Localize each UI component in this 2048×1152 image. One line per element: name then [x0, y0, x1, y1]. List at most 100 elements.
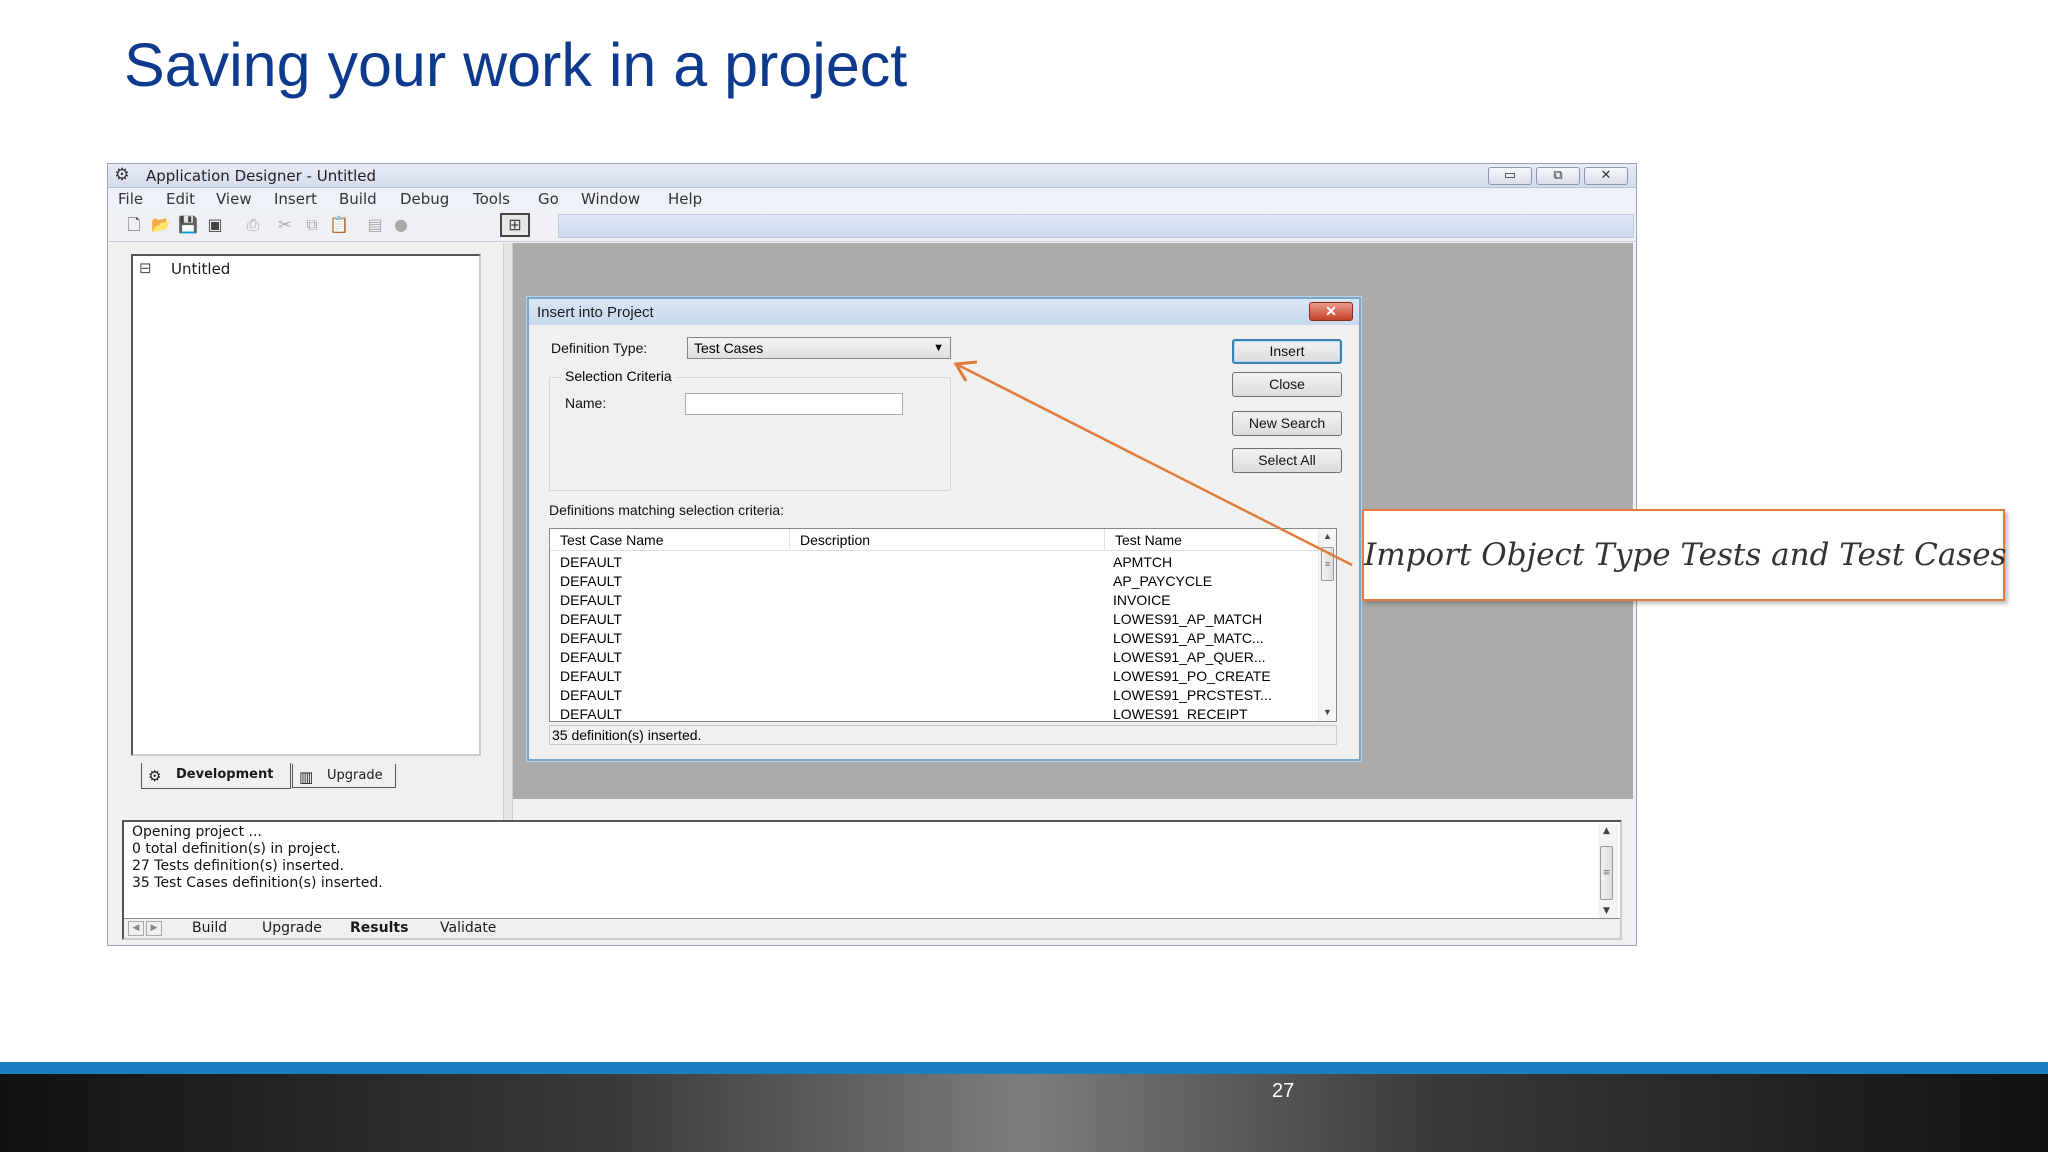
- cell-test-case-name: DEFAULT: [560, 611, 622, 627]
- definition-type-value: Test Cases: [694, 340, 764, 356]
- column-header-description[interactable]: Description: [790, 529, 1105, 551]
- scroll-thumb[interactable]: ≡: [1321, 547, 1334, 581]
- name-label: Name:: [565, 395, 607, 411]
- column-header-test-name[interactable]: Test Name: [1105, 529, 1320, 551]
- development-icon: ⚙: [148, 767, 162, 785]
- close-icon[interactable]: ✕: [1584, 167, 1628, 185]
- output-line: 0 total definition(s) in project.: [132, 841, 341, 857]
- menu-window[interactable]: Window: [581, 190, 640, 208]
- restore-icon[interactable]: ⧉: [1536, 167, 1580, 185]
- callout-box: Import Object Type Tests and Test Cases: [1362, 509, 2007, 601]
- scroll-up-icon[interactable]: ▲: [1598, 824, 1615, 838]
- insert-button[interactable]: Insert: [1232, 339, 1342, 364]
- properties-icon[interactable]: ▤: [364, 215, 386, 235]
- menu-tools[interactable]: Tools: [473, 190, 510, 208]
- menu-debug[interactable]: Debug: [400, 190, 449, 208]
- tab-results[interactable]: Results: [350, 920, 408, 936]
- copy-icon[interactable]: ⧉: [301, 215, 323, 235]
- page-number: 27: [1272, 1080, 1295, 1102]
- app-designer-icon: ⚙: [114, 165, 130, 185]
- scroll-up-icon[interactable]: ▲: [1319, 529, 1336, 543]
- cut-icon[interactable]: ✂: [274, 215, 296, 235]
- print-icon[interactable]: ⎙: [242, 215, 264, 235]
- menu-bar: File Edit View Insert Build Debug Tools …: [108, 188, 1636, 210]
- window-title: Application Designer - Untitled: [146, 167, 377, 185]
- cell-test-case-name: DEFAULT: [560, 649, 622, 665]
- menu-help[interactable]: Help: [668, 190, 702, 208]
- list-row[interactable]: DEFAULT INVOICE: [550, 591, 1320, 610]
- definitions-list[interactable]: Test Case Name Description Test Name DEF…: [549, 528, 1337, 722]
- footer-accent-bar: [0, 1062, 2048, 1074]
- tab-upgrade-output[interactable]: Upgrade: [262, 920, 322, 936]
- menu-go[interactable]: Go: [538, 190, 559, 208]
- list-body: DEFAULT APMTCH DEFAULT AP_PAYCYCLE DEFAULT…: [550, 553, 1320, 722]
- cell-test-name: LOWES91_PO_CREATE: [1113, 668, 1271, 684]
- list-row[interactable]: DEFAULT AP_PAYCYCLE: [550, 572, 1320, 591]
- save-all-icon[interactable]: ▣: [204, 215, 226, 235]
- minimize-icon[interactable]: ▭: [1488, 167, 1532, 185]
- scroll-down-icon[interactable]: ▼: [1598, 904, 1615, 918]
- new-search-button[interactable]: New Search: [1232, 411, 1342, 436]
- pane-splitter[interactable]: [503, 243, 513, 883]
- scroll-thumb[interactable]: ≡: [1600, 846, 1613, 900]
- list-row[interactable]: DEFAULT LOWES91_RECEIPT: [550, 705, 1320, 722]
- cell-test-case-name: DEFAULT: [560, 573, 622, 589]
- dialog-status: 35 definition(s) inserted.: [549, 725, 1337, 745]
- cell-test-case-name: DEFAULT: [560, 630, 622, 646]
- output-window: Opening project ... 0 total definition(s…: [122, 820, 1622, 940]
- list-row[interactable]: DEFAULT LOWES91_AP_MATC...: [550, 629, 1320, 648]
- menu-build[interactable]: Build: [339, 190, 377, 208]
- dialog-title: Insert into Project: [537, 304, 654, 321]
- definition-type-label: Definition Type:: [551, 340, 648, 356]
- menu-insert[interactable]: Insert: [274, 190, 317, 208]
- cell-test-case-name: DEFAULT: [560, 554, 622, 570]
- list-scrollbar[interactable]: ▲ ≡ ▼: [1318, 529, 1336, 721]
- matching-definitions-label: Definitions matching selection criteria:: [549, 502, 784, 518]
- tab-upgrade[interactable]: ▥ Upgrade: [292, 764, 396, 788]
- toolbar-empty-area: [558, 214, 1634, 238]
- list-row[interactable]: DEFAULT LOWES91_PRCSTEST...: [550, 686, 1320, 705]
- slide-title: Saving your work in a project: [124, 31, 908, 99]
- cell-test-case-name: DEFAULT: [560, 687, 622, 703]
- cell-test-name: LOWES91_RECEIPT: [1113, 706, 1248, 722]
- list-row[interactable]: DEFAULT LOWES91_PO_CREATE: [550, 667, 1320, 686]
- list-row[interactable]: DEFAULT APMTCH: [550, 553, 1320, 572]
- name-input[interactable]: [685, 393, 903, 415]
- select-all-button[interactable]: Select All: [1232, 448, 1342, 473]
- cell-test-name: AP_PAYCYCLE: [1113, 573, 1213, 589]
- menu-file[interactable]: File: [118, 190, 143, 208]
- save-icon[interactable]: 💾: [177, 215, 199, 235]
- list-row[interactable]: DEFAULT LOWES91_AP_MATCH: [550, 610, 1320, 629]
- paste-icon[interactable]: 📋: [328, 215, 350, 235]
- cell-test-case-name: DEFAULT: [560, 706, 622, 722]
- dialog-close-icon[interactable]: ✕: [1309, 302, 1353, 321]
- menu-edit[interactable]: Edit: [166, 190, 195, 208]
- window-titlebar[interactable]: ⚙ Application Designer - Untitled ▭ ⧉ ✕: [108, 164, 1636, 188]
- chevron-down-icon: ▼: [933, 342, 944, 354]
- new-file-icon[interactable]: 🗋: [123, 215, 145, 235]
- output-tabs: ◀ ▶ Build Upgrade Results Validate: [124, 918, 1620, 938]
- slide: Saving your work in a project ⚙ Applicat…: [0, 0, 2048, 1152]
- tab-development[interactable]: ⚙ Development: [141, 763, 291, 789]
- project-view-icon[interactable]: ⊞: [500, 213, 530, 237]
- insert-into-project-dialog: Insert into Project ✕ Definition Type: T…: [527, 297, 1361, 761]
- output-line: 35 Test Cases definition(s) inserted.: [132, 875, 383, 891]
- tab-scroll-left-icon[interactable]: ◀: [128, 921, 144, 936]
- tab-validate[interactable]: Validate: [440, 920, 496, 936]
- output-scrollbar[interactable]: ▲ ≡ ▼: [1598, 824, 1618, 918]
- tree-root-item[interactable]: Untitled: [171, 260, 230, 278]
- scroll-down-icon[interactable]: ▼: [1319, 705, 1336, 719]
- close-button[interactable]: Close: [1232, 372, 1342, 397]
- project-tree[interactable]: ⊟ Untitled: [131, 254, 481, 756]
- open-folder-icon[interactable]: 📂: [150, 215, 172, 235]
- stop-icon[interactable]: ●: [390, 215, 412, 235]
- definition-type-select[interactable]: Test Cases ▼: [687, 337, 951, 359]
- menu-view[interactable]: View: [216, 190, 252, 208]
- list-row[interactable]: DEFAULT LOWES91_AP_QUER...: [550, 648, 1320, 667]
- cell-test-name: LOWES91_AP_MATC...: [1113, 630, 1264, 646]
- dialog-titlebar[interactable]: Insert into Project ✕: [529, 299, 1359, 325]
- cell-test-name: LOWES91_AP_QUER...: [1113, 649, 1266, 665]
- tab-build[interactable]: Build: [192, 920, 227, 936]
- tab-scroll-right-icon[interactable]: ▶: [146, 921, 162, 936]
- column-header-test-case-name[interactable]: Test Case Name: [550, 529, 790, 551]
